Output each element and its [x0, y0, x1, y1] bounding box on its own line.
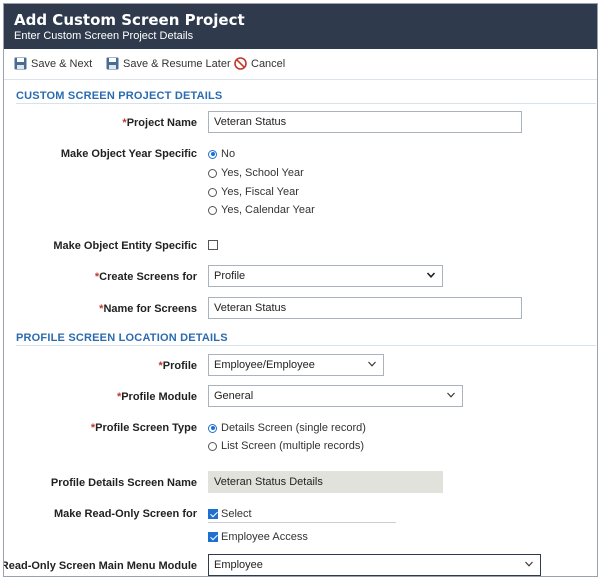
entity-specific-checkbox[interactable] [208, 240, 221, 250]
radio-unselected [208, 187, 217, 197]
project-name-input[interactable]: Veteran Status [208, 111, 522, 133]
radio-unselected [208, 168, 217, 178]
save-next-label: Save & Next [31, 57, 93, 70]
save-next-button[interactable]: Save & Next [14, 57, 92, 70]
dialog-header: Add Custom Screen Project Enter Custom S… [4, 4, 597, 49]
profile-module-label: *Profile Module [116, 391, 197, 403]
radio-unselected [208, 441, 217, 451]
name-screens-input[interactable]: Veteran Status [208, 297, 522, 319]
main-menu-select[interactable]: Employee [208, 554, 541, 576]
checkbox-checked [208, 532, 218, 542]
create-screens-select[interactable]: Profile [208, 265, 443, 287]
screen-type-list[interactable]: List Screen (multiple records) [208, 440, 364, 452]
project-name-label: *Project Name [122, 117, 197, 129]
section-title-project-details: CUSTOM SCREEN PROJECT DETAILS [16, 90, 223, 102]
chevron-down-icon [525, 561, 533, 567]
year-option-fiscal[interactable]: Yes, Fiscal Year [208, 186, 299, 198]
entity-specific-label: Make Object Entity Specific [53, 240, 197, 252]
section-divider [16, 345, 596, 346]
profile-label: *Profile [158, 360, 197, 372]
save-resume-button[interactable]: Save & Resume Later [106, 57, 231, 70]
chevron-down-icon [426, 272, 436, 278]
chevron-down-icon [368, 361, 376, 367]
main-menu-label: *Read-Only Screen Main Menu Module [3, 560, 197, 572]
toolbar: Save & Next Save & Resume Later Cancel [4, 49, 597, 80]
year-option-calendar[interactable]: Yes, Calendar Year [208, 204, 315, 216]
year-specific-label: Make Object Year Specific [60, 148, 197, 160]
section-divider [16, 103, 596, 104]
profile-module-select[interactable]: General [208, 385, 463, 407]
details-name-field: Veteran Status Details [208, 471, 443, 493]
checkbox-unchecked [208, 240, 218, 250]
create-screens-label: *Create Screens for [94, 271, 197, 283]
save-icon [14, 57, 27, 70]
save-resume-label: Save & Resume Later [123, 57, 231, 70]
cancel-label: Cancel [251, 57, 286, 70]
cancel-button[interactable]: Cancel [234, 57, 285, 70]
radio-unselected [208, 205, 217, 215]
save-icon [106, 57, 119, 70]
year-option-no[interactable]: No [208, 148, 235, 160]
dialog-window: Add Custom Screen Project Enter Custom S… [3, 3, 598, 577]
readonly-select-checkbox[interactable]: Select [208, 508, 252, 520]
divider [208, 522, 396, 523]
readonly-label: Make Read-Only Screen for [53, 508, 197, 520]
checkbox-checked [208, 509, 218, 519]
year-option-school[interactable]: Yes, School Year [208, 167, 304, 179]
readonly-employee-access-checkbox[interactable]: Employee Access [208, 531, 308, 543]
dialog-subtitle: Enter Custom Screen Project Details [14, 30, 194, 42]
radio-selected [208, 149, 217, 159]
section-title-location-details: PROFILE SCREEN LOCATION DETAILS [16, 332, 228, 344]
chevron-down-icon [447, 392, 455, 398]
profile-select[interactable]: Employee/Employee [208, 354, 384, 376]
radio-selected [208, 423, 217, 433]
dialog-title: Add Custom Screen Project [14, 11, 245, 29]
screen-type-details[interactable]: Details Screen (single record) [208, 422, 366, 434]
cancel-icon [234, 57, 247, 70]
details-name-label: Profile Details Screen Name [50, 477, 197, 489]
name-screens-label: *Name for Screens [99, 303, 197, 315]
screen-type-label: *Profile Screen Type [90, 422, 197, 434]
